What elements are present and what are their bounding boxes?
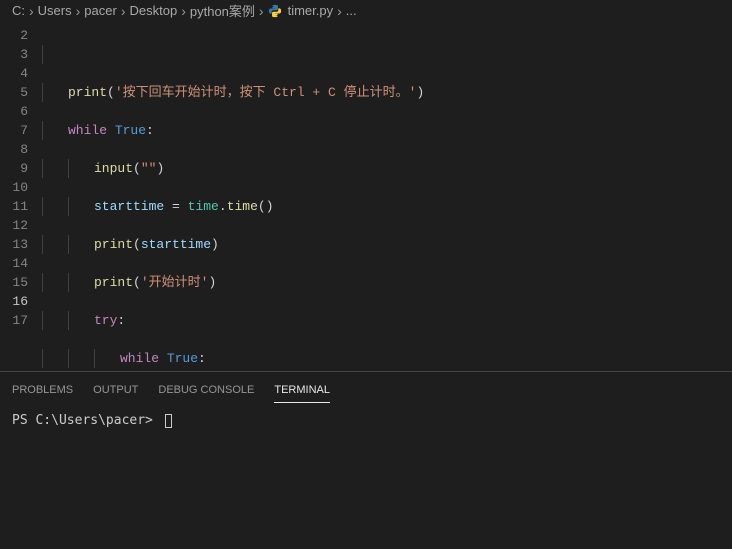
tab-problems[interactable]: PROBLEMS — [12, 380, 73, 403]
line-gutter: 234567891011121314151617 — [0, 22, 42, 371]
chevron-right-icon: › — [29, 3, 34, 19]
chevron-right-icon: › — [259, 3, 264, 19]
chevron-right-icon: › — [337, 3, 342, 19]
breadcrumb-part[interactable]: C: — [12, 3, 25, 18]
editor[interactable]: 234567891011121314151617 print('按下回车开始计时… — [0, 22, 732, 371]
terminal[interactable]: PS C:\Users\pacer> — [0, 403, 732, 549]
breadcrumb-file[interactable]: timer.py — [288, 3, 334, 18]
breadcrumb-symbol[interactable]: ... — [346, 3, 357, 18]
python-file-icon — [268, 4, 282, 18]
chevron-right-icon: › — [181, 3, 186, 19]
code-area[interactable]: print('按下回车开始计时，按下 Ctrl + C 停止计时。') whil… — [42, 22, 732, 371]
chevron-right-icon: › — [121, 3, 126, 19]
chevron-right-icon: › — [76, 3, 81, 19]
breadcrumb-part[interactable]: python案例 — [190, 1, 255, 20]
panel-tabs: PROBLEMS OUTPUT DEBUG CONSOLE TERMINAL — [0, 372, 732, 403]
terminal-prompt: PS C:\Users\pacer> — [12, 413, 161, 428]
tab-debug-console[interactable]: DEBUG CONSOLE — [158, 380, 254, 403]
terminal-cursor — [165, 414, 172, 428]
breadcrumb-part[interactable]: Users — [38, 3, 72, 18]
breadcrumb-part[interactable]: Desktop — [130, 3, 178, 18]
bottom-panel: PROBLEMS OUTPUT DEBUG CONSOLE TERMINAL P… — [0, 371, 732, 549]
tab-output[interactable]: OUTPUT — [93, 380, 138, 403]
breadcrumb: C: › Users › pacer › Desktop › python案例 … — [0, 0, 732, 22]
breadcrumb-part[interactable]: pacer — [84, 3, 117, 18]
tab-terminal[interactable]: TERMINAL — [274, 380, 330, 403]
